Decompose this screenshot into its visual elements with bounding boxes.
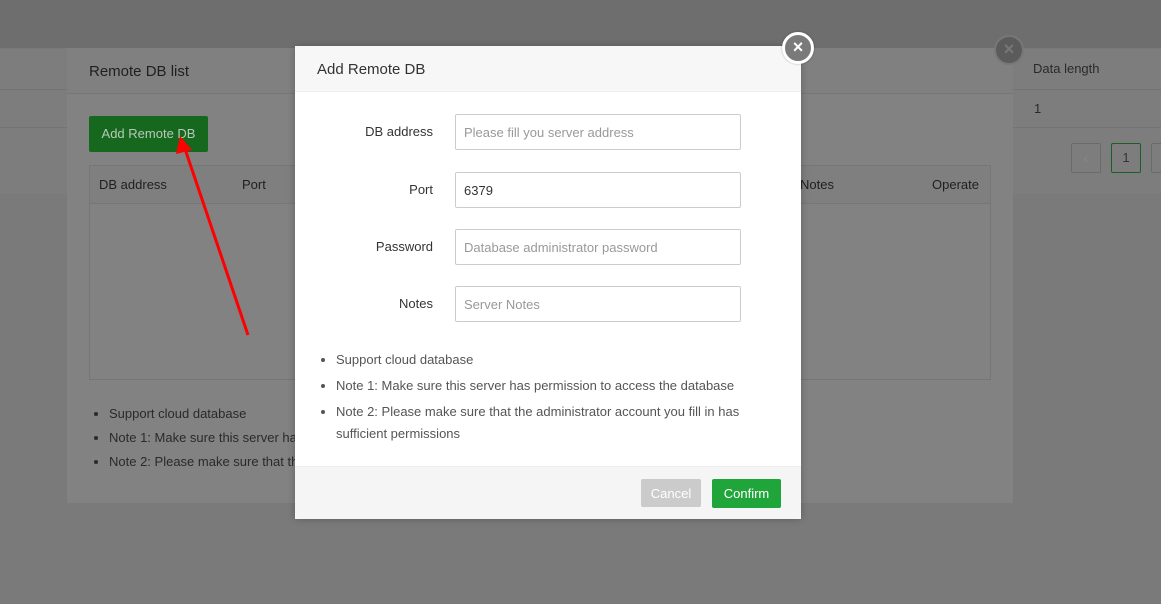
table-cell-data-length: 1: [1034, 101, 1042, 116]
pager-prev-button[interactable]: ‹: [1071, 143, 1101, 173]
list-item: Note 1: Make sure this server has permis…: [336, 375, 776, 397]
cancel-button[interactable]: Cancel: [641, 479, 701, 507]
list-item: Support cloud database: [109, 406, 298, 421]
column-header-data-length: Data length: [1033, 61, 1100, 76]
form-row-port: Port: [295, 172, 801, 208]
add-remote-db-dialog: Add Remote DB × DB address Port Password…: [295, 32, 814, 519]
confirm-button[interactable]: Confirm: [712, 479, 781, 508]
list-item: Note 1: Make sure this server ha: [109, 430, 298, 445]
column-header-port: Port: [242, 177, 266, 192]
add-remote-db-notes: Support cloud database Note 1: Make sure…: [317, 349, 776, 449]
background-topbar: [0, 0, 1161, 48]
remote-db-list-notes: Support cloud database Note 1: Make sure…: [89, 406, 298, 478]
close-icon[interactable]: ×: [994, 35, 1024, 65]
add-remote-db-header: Add Remote DB: [295, 46, 801, 92]
column-header-operate: Operate: [932, 177, 979, 192]
notes-input[interactable]: [455, 286, 741, 322]
port-input[interactable]: [455, 172, 741, 208]
pager-page-button[interactable]: 1: [1111, 143, 1141, 173]
form-row-db-address: DB address: [295, 114, 801, 150]
column-header-db-address: DB address: [99, 177, 167, 192]
add-remote-db-title: Add Remote DB: [317, 61, 426, 78]
pager-next-button[interactable]: [1151, 143, 1161, 173]
db-address-label: DB address: [365, 124, 433, 139]
password-input[interactable]: [455, 229, 741, 265]
password-label: Password: [375, 239, 433, 254]
add-remote-db-footer: Cancel Confirm: [295, 466, 801, 519]
port-label: Port: [409, 182, 433, 197]
list-item: Support cloud database: [336, 349, 776, 371]
form-row-notes: Notes: [295, 286, 801, 322]
remote-db-list-title: Remote DB list: [89, 63, 190, 80]
form-row-password: Password: [295, 229, 801, 265]
close-icon[interactable]: ×: [782, 32, 814, 64]
notes-label: Notes: [399, 296, 433, 311]
list-item: Note 2: Please make sure that th: [109, 454, 298, 469]
list-item: Note 2: Please make sure that the admini…: [336, 401, 776, 445]
column-header-notes: Notes: [800, 177, 834, 192]
add-remote-db-button[interactable]: Add Remote DB: [89, 116, 208, 152]
db-address-input[interactable]: [455, 114, 741, 150]
